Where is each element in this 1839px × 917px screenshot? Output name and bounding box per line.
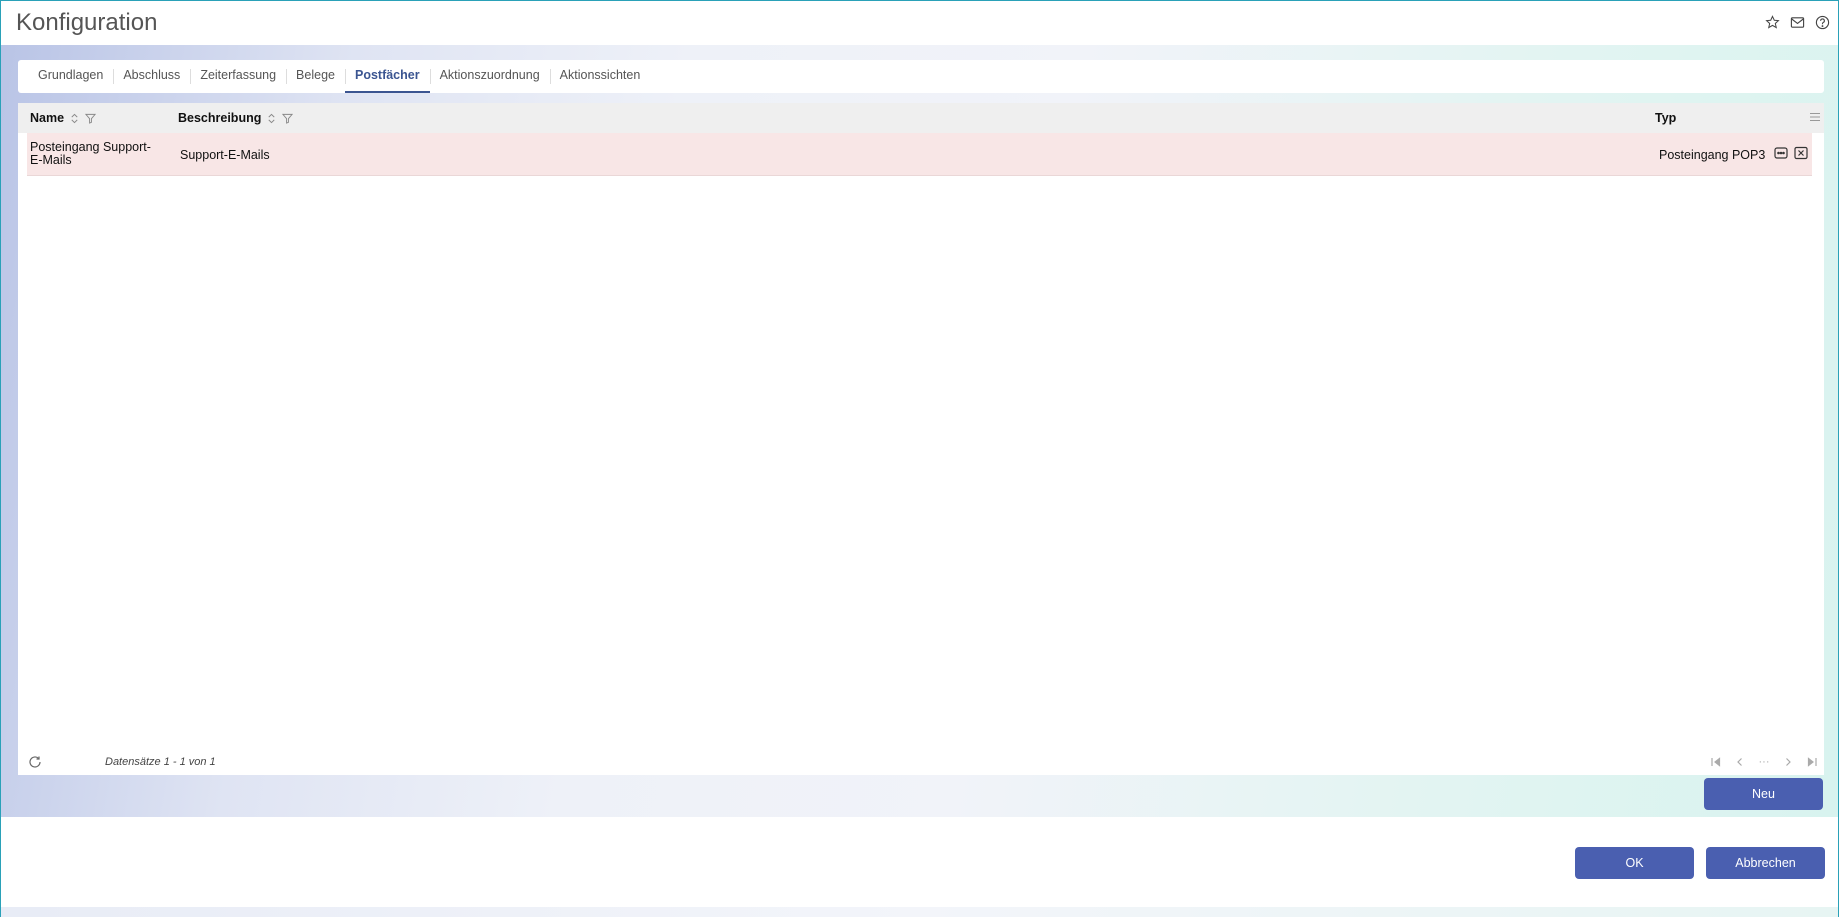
cancel-button[interactable]: Abbrechen: [1706, 847, 1825, 879]
column-label-typ: Typ: [1655, 111, 1677, 125]
dialog-footer-area: [1, 817, 1838, 909]
column-header-name[interactable]: Name: [30, 103, 97, 133]
column-label-beschreibung: Beschreibung: [178, 111, 262, 125]
refresh-icon[interactable]: [28, 755, 42, 769]
record-count: Datensätze 1 - 1 von 1: [105, 756, 216, 768]
previous-page-icon[interactable]: [1733, 755, 1747, 769]
new-button[interactable]: Neu: [1704, 778, 1823, 810]
row-actions: [1774, 146, 1808, 160]
more-options-icon[interactable]: [1774, 146, 1788, 160]
sort-icon[interactable]: [69, 113, 80, 124]
first-page-icon[interactable]: [1709, 755, 1723, 769]
grid-footer: Datensätze 1 - 1 von 1 ···: [18, 749, 1824, 775]
tab-zeiterfassung[interactable]: Zeiterfassung: [190, 60, 286, 93]
bottom-strip: [1, 907, 1838, 917]
title-actions: [1763, 13, 1832, 32]
tab-belege[interactable]: Belege: [286, 60, 345, 93]
sort-icon[interactable]: [266, 113, 277, 124]
dialog-window: Konfiguration Grundlagen Abschluss Zeite…: [0, 0, 1839, 917]
cell-beschreibung: Support-E-Mails: [180, 148, 270, 162]
column-menu-icon[interactable]: [1808, 110, 1822, 124]
filter-icon[interactable]: [85, 113, 97, 124]
delete-icon[interactable]: [1794, 146, 1808, 160]
column-label-name: Name: [30, 111, 65, 125]
title-bar: Konfiguration: [1, 1, 1838, 45]
tab-grundlagen[interactable]: Grundlagen: [28, 60, 113, 93]
filter-icon[interactable]: [282, 113, 294, 124]
mail-icon[interactable]: [1788, 13, 1807, 32]
pager: ···: [1709, 755, 1819, 769]
tab-postfaecher[interactable]: Postfächer: [344, 60, 430, 93]
dialog-title: Konfiguration: [16, 9, 158, 36]
last-page-icon[interactable]: [1805, 755, 1819, 769]
tab-abschluss[interactable]: Abschluss: [113, 60, 190, 93]
page-ellipsis: ···: [1758, 756, 1770, 768]
cell-typ: Posteingang POP3: [1659, 148, 1766, 162]
cell-name: Posteingang Support-E-Mails: [30, 140, 151, 167]
ok-button[interactable]: OK: [1575, 847, 1694, 879]
tab-bar: Grundlagen Abschluss Zeiterfassung Beleg…: [18, 60, 1824, 93]
tab-aktionssichten[interactable]: Aktionssichten: [549, 60, 651, 93]
star-icon[interactable]: [1763, 13, 1782, 32]
help-icon[interactable]: [1813, 13, 1832, 32]
tab-aktionszuordnung[interactable]: Aktionszuordnung: [429, 60, 550, 93]
table-row[interactable]: Posteingang Support-E-Mails Support-E-Ma…: [27, 133, 1812, 176]
mailbox-grid: Name Beschreibung Typ Posteingang Suppor…: [18, 103, 1824, 775]
column-header-beschreibung[interactable]: Beschreibung: [178, 103, 294, 133]
column-header-typ[interactable]: Typ: [1655, 103, 1676, 133]
grid-header: Name Beschreibung Typ: [18, 103, 1824, 133]
next-page-icon[interactable]: [1781, 755, 1795, 769]
